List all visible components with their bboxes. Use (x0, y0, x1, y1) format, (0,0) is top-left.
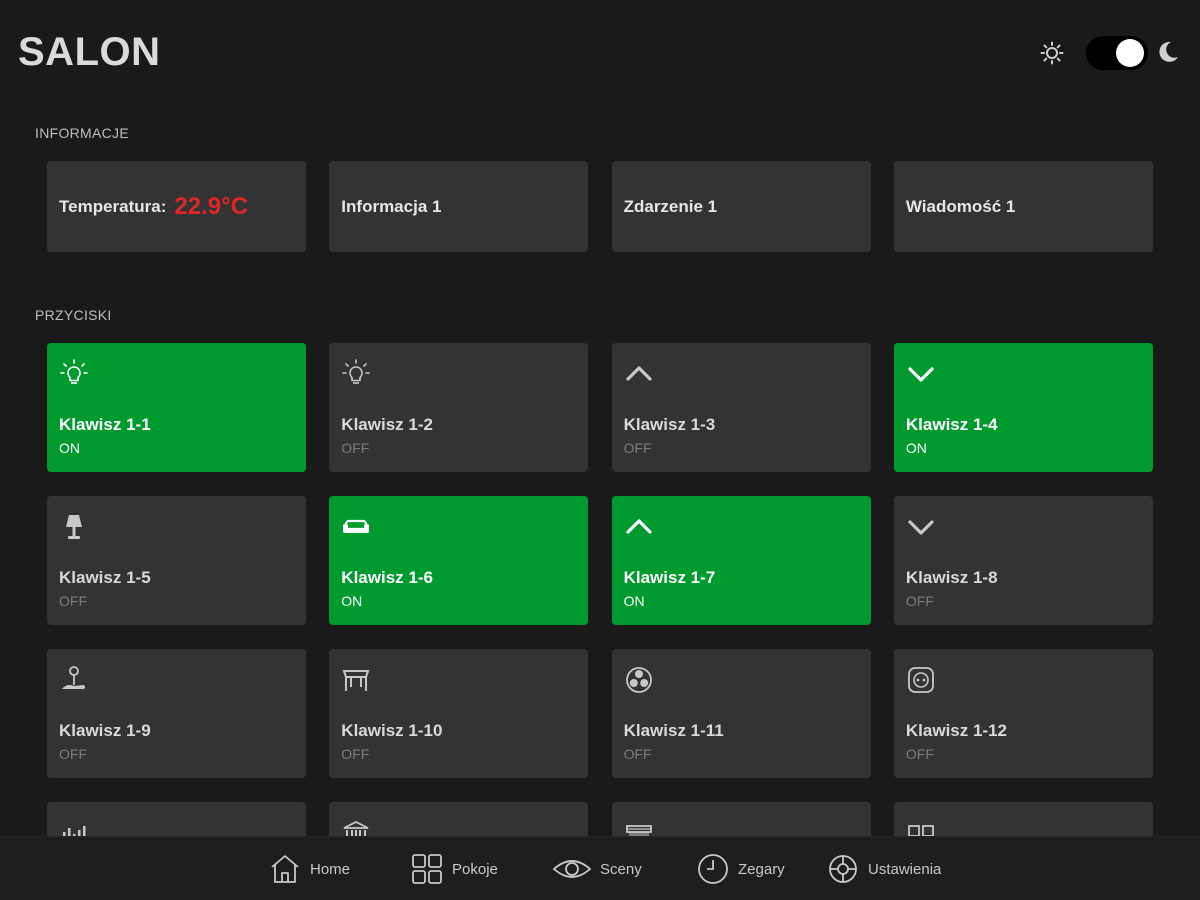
nav-clocks-label: Zegary (738, 860, 785, 878)
button-tile[interactable] (329, 802, 589, 836)
page-title: SALON (18, 30, 161, 74)
nav-clocks[interactable]: Zegary (696, 851, 785, 887)
button-tile[interactable] (893, 802, 1153, 836)
button-tile-state: OFF (59, 746, 87, 762)
button-tile[interactable]: Klawisz 1-12 OFF (893, 649, 1153, 778)
chevron-down-icon (908, 367, 934, 382)
info-card-text: Informacja 1 (341, 196, 442, 216)
button-tile-label: Klawisz 1-3 (623, 415, 716, 434)
button-tile[interactable]: Klawisz 1-5 OFF (47, 496, 306, 625)
info-card-information: Informacja 1 (329, 161, 589, 252)
button-tile-state: OFF (905, 746, 934, 762)
button-area[interactable]: Klawisz 1-1 ON Klawisz 1-2 OFF Klawisz 1-3 OF… (0, 343, 1200, 836)
lightbulb-icon (60, 359, 88, 384)
button-tile-state: OFF (623, 440, 652, 456)
nav-settings-label: Ustawienia (868, 860, 942, 878)
equalizer-icon (63, 826, 86, 836)
gate-icon (343, 820, 369, 836)
temperature-value: 22.9°C (174, 192, 249, 220)
nav-rooms-label: Pokoje (452, 860, 498, 878)
button-tile[interactable]: Klawisz 1-4 ON (893, 343, 1153, 472)
chevron-down-icon (908, 520, 934, 535)
awning-icon (342, 670, 370, 691)
header: SALON (0, 0, 1200, 100)
button-tile[interactable] (611, 802, 871, 836)
button-tile-label: Klawisz 1-9 (59, 721, 151, 740)
nav-scenes-label: Sceny (600, 860, 642, 878)
toggle-knob (1116, 39, 1144, 67)
button-tile[interactable]: Klawisz 1-7 ON (611, 496, 871, 625)
sun-icon (1040, 41, 1064, 65)
button-tile-state: OFF (59, 593, 87, 609)
button-tile[interactable]: Klawisz 1-1 ON (47, 343, 306, 472)
button-tile-state: OFF (905, 593, 934, 609)
gear-icon (829, 855, 857, 883)
button-tile-state: ON (59, 440, 80, 456)
button-tile-label: Klawisz 1-2 (341, 415, 433, 434)
button-tile-label: Klawisz 1-1 (59, 415, 151, 434)
button-tile[interactable]: Klawisz 1-10 OFF (329, 649, 589, 778)
button-tile[interactable]: Klawisz 1-8 OFF (893, 496, 1153, 625)
button-tile[interactable]: Klawisz 1-3 OFF (611, 343, 871, 472)
theme-toggle[interactable] (1086, 36, 1148, 70)
nav-settings[interactable]: Ustawienia (826, 851, 941, 887)
floor-lamp-icon (62, 666, 85, 689)
lightbulb-icon (342, 359, 371, 384)
table-lamp-icon (66, 515, 82, 539)
info-card-message: Wiadomość 1 (893, 161, 1153, 252)
button-tile-label: Klawisz 1-10 (341, 721, 443, 740)
button-tile[interactable] (47, 802, 306, 836)
nav-home[interactable]: Home (268, 851, 350, 887)
grid-icon (412, 854, 442, 884)
moon-icon (1159, 41, 1178, 62)
nav-home-label: Home (310, 860, 351, 878)
clock-icon (698, 854, 728, 884)
eye-icon (552, 860, 592, 878)
button-tile-label: Klawisz 1-12 (905, 721, 1007, 740)
temperature-label: Temperatura: (59, 196, 167, 216)
button-grid: Klawisz 1-1 ON Klawisz 1-2 OFF Klawisz 1-3 OF… (47, 343, 1154, 836)
button-tile-state: ON (623, 593, 645, 609)
bottom-nav: Home Pokoje Sceny Zegary Ustawienia (0, 836, 1200, 900)
home-icon (271, 855, 299, 883)
info-grid: Temperatura: 22.9°C Informacja 1 Zdarzen… (47, 161, 1154, 252)
sofa-icon (343, 519, 370, 533)
fan-icon (625, 667, 652, 693)
info-card-temperature: Temperatura: 22.9°C (47, 161, 306, 252)
nav-scenes[interactable]: Sceny (552, 851, 642, 887)
button-tile-state: ON (341, 593, 363, 609)
button-tile-label: Klawisz 1-8 (905, 568, 998, 587)
theme-switch[interactable] (1040, 34, 1178, 72)
button-tile-label: Klawisz 1-7 (623, 568, 716, 587)
button-tile[interactable]: Klawisz 1-9 OFF (47, 649, 306, 778)
button-tile-label: Klawisz 1-4 (905, 415, 998, 434)
button-tile[interactable]: Klawisz 1-11 OFF (611, 649, 871, 778)
button-tile-label: Klawisz 1-6 (341, 568, 433, 587)
button-tile-state: OFF (341, 440, 370, 456)
info-card-event: Zdarzenie 1 (611, 161, 871, 252)
button-tile[interactable]: Klawisz 1-6 ON (329, 496, 589, 625)
section-label-info: INFORMACJE (35, 125, 129, 141)
button-tile-label: Klawisz 1-5 (59, 568, 151, 587)
blind-icon (625, 825, 652, 836)
info-card-text: Zdarzenie 1 (623, 196, 718, 216)
nav-rooms[interactable]: Pokoje (410, 851, 498, 887)
app-root: SALON INFORMACJE Temperatura: 22.9°C Inf… (0, 0, 1200, 900)
section-label-buttons: PRZYCISKI (35, 307, 112, 323)
socket-icon (907, 667, 934, 693)
button-tile-state: OFF (341, 746, 370, 762)
button-tile[interactable]: Klawisz 1-2 OFF (329, 343, 589, 472)
button-tile-state: ON (905, 440, 927, 456)
info-card-text: Wiadomość 1 (905, 196, 1016, 216)
button-tile-state: OFF (623, 746, 652, 762)
chevron-up-icon (625, 366, 652, 381)
window-icon (907, 825, 934, 836)
button-tile-label: Klawisz 1-11 (623, 721, 724, 740)
chevron-up-icon (625, 519, 652, 534)
